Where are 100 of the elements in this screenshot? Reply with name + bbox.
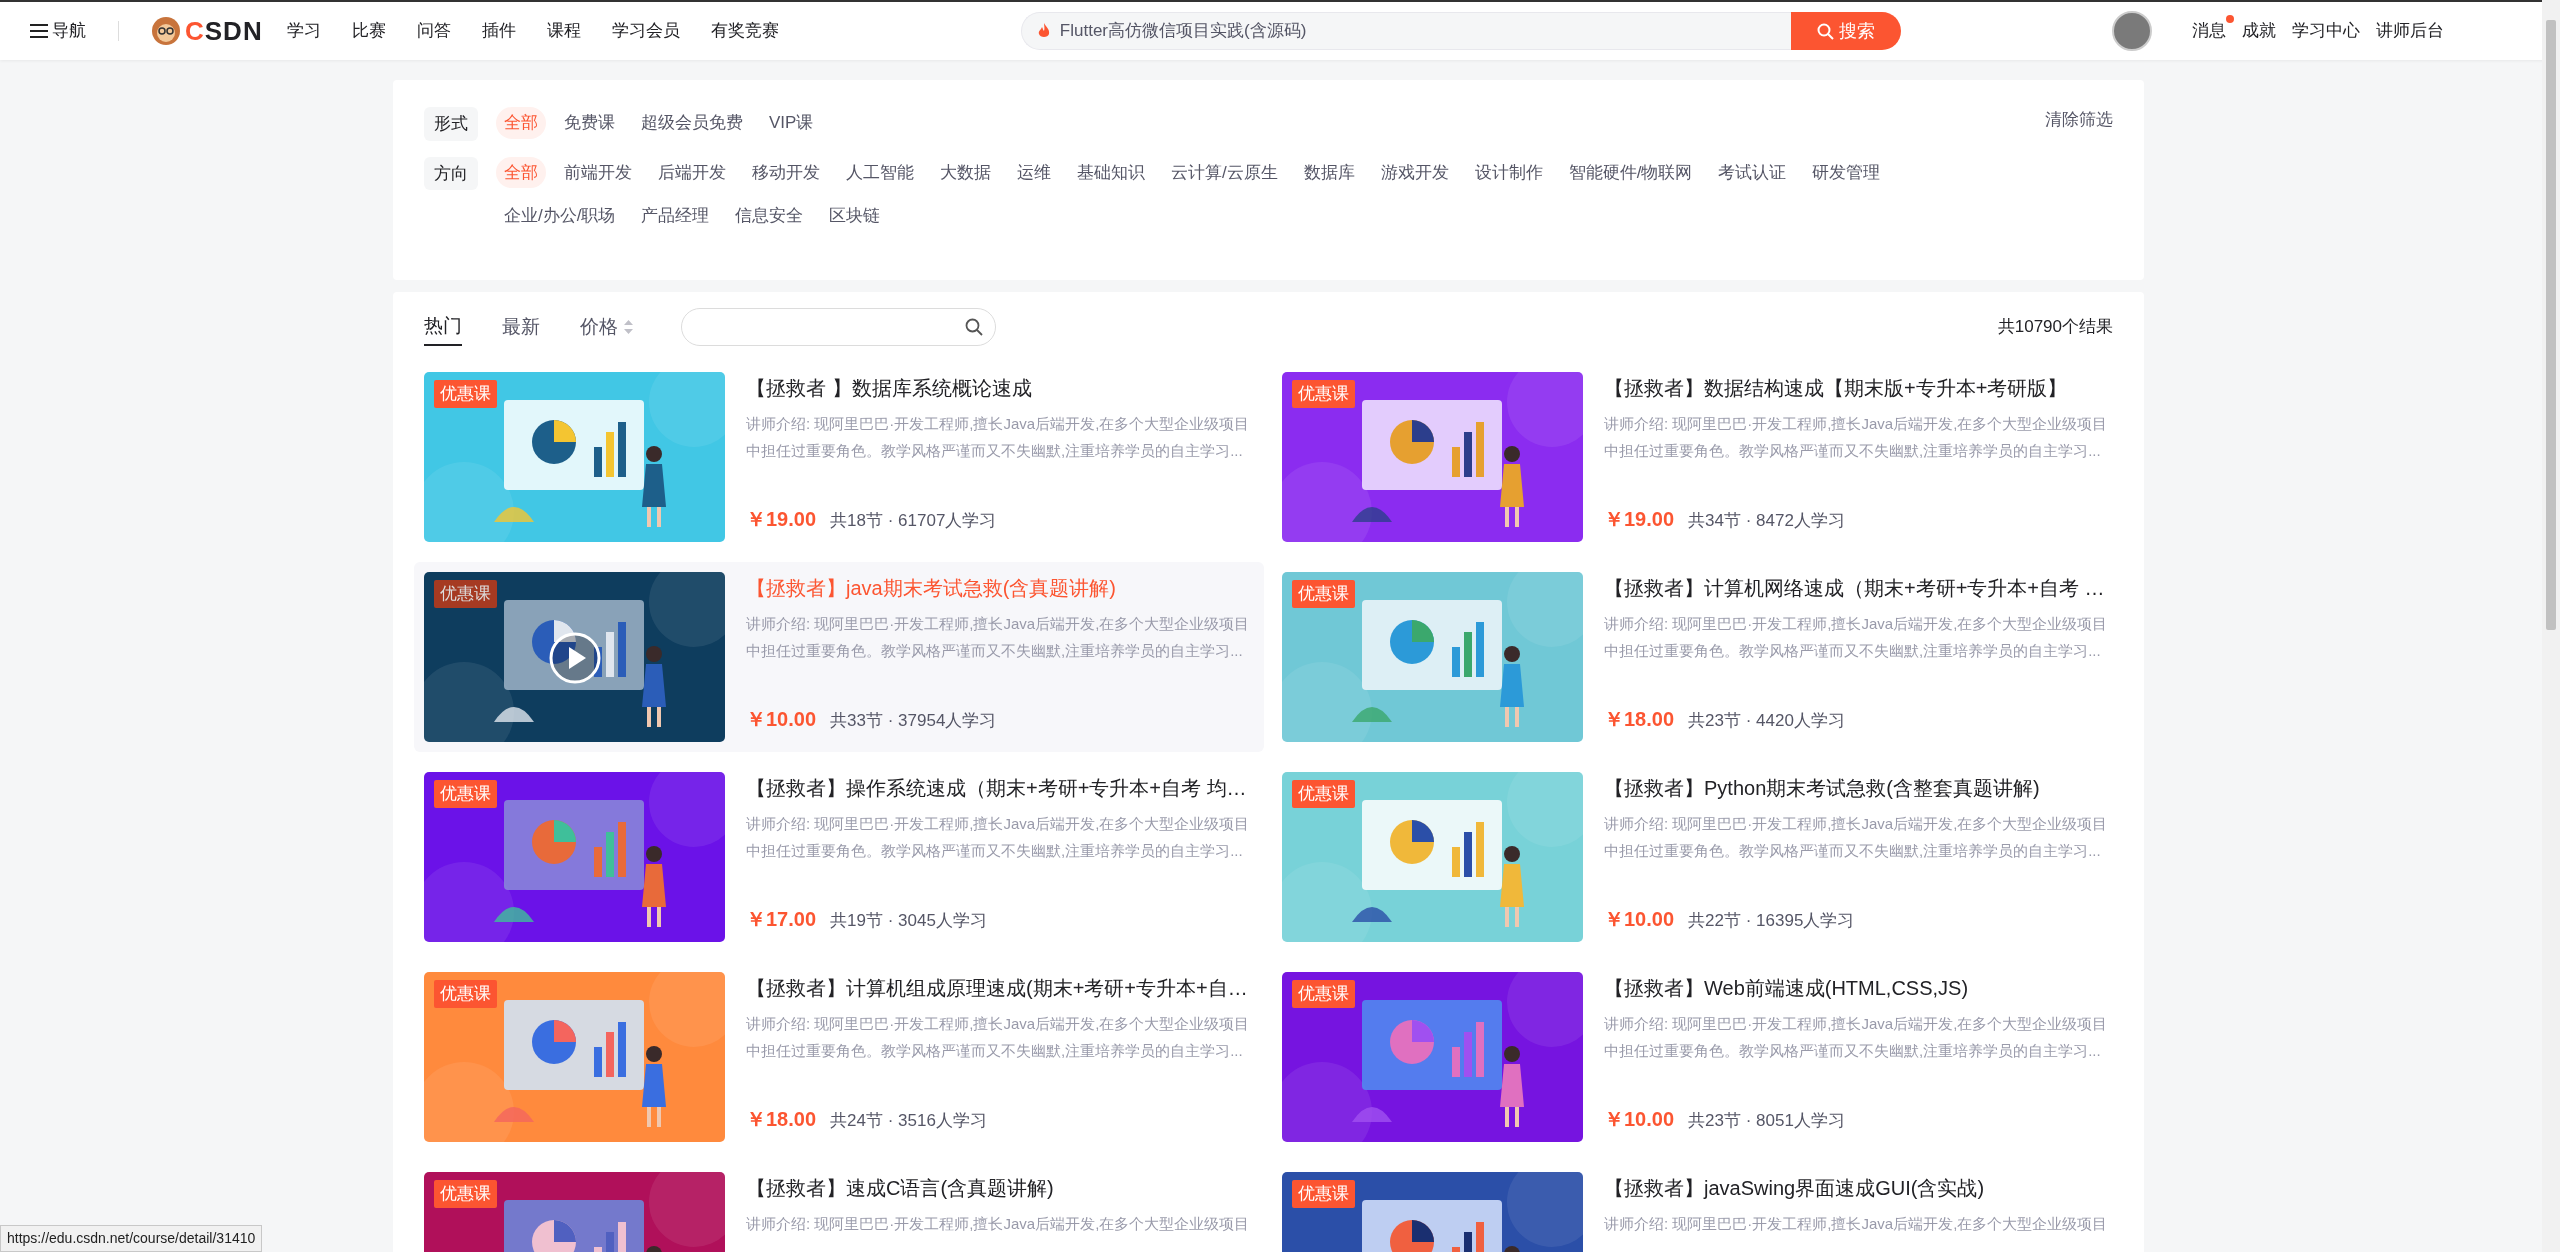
filter-option[interactable]: 后端开发 (650, 156, 734, 188)
course-title[interactable]: 【拯救者】计算机网络速成（期末+考研+专升本+自考 … (1604, 574, 2112, 602)
logo-text[interactable]: CSDN (185, 11, 263, 51)
discount-badge: 优惠课 (1292, 980, 1355, 1008)
result-count: 共10790个结果 (1997, 316, 2113, 339)
filter-option[interactable]: 移动开发 (744, 156, 828, 188)
course-description: 讲师介绍: 现阿里巴巴·开发工程师,擅长Java后端开发,在多个大型企业级项目中担任过重要角色。教学风格严谨而又不失幽默,注重培养学员的自主学习... (746, 1014, 1251, 1061)
filter-option[interactable]: 运维 (1009, 156, 1059, 188)
filter-option[interactable]: 人工智能 (838, 156, 922, 188)
filter-option[interactable]: 大数据 (932, 156, 999, 188)
course-card[interactable]: 优惠课 【拯救者】计算机网络速成（期末+考研+专升本+自考 … 讲师介绍: 现阿里巴巴·开发工程师,擅长Java后端开发,在多个大型企业级项目中担任过重要角色。教学风格严谨而又不失幽默,注重培养学员的自主学习... ￥18.00 共23节 · 4420人学习 (1272, 562, 2122, 752)
filter-option[interactable]: 超级会员免费 (633, 107, 751, 139)
course-description: 讲师介绍: 现阿里巴巴·开发工程师,擅长Java后端开发,在多个大型企业级项目中担任过重要角色。教学风格严谨而又不失幽默,注重培养学员的自主学习... (746, 614, 1251, 661)
menu-icon (30, 23, 48, 39)
course-price: ￥18.00 (746, 1107, 817, 1132)
status-bar-url: https://edu.csdn.net/course/detail/31410 (0, 1225, 263, 1252)
filter-option[interactable]: 免费课 (556, 107, 623, 139)
course-description: 讲师介绍: 现阿里巴巴·开发工程师,擅长Java后端开发,在多个大型企业级项目中担任过重要角色。教学风格严谨而又不失幽默,注重培养学员的自主学习... (1604, 1014, 2109, 1061)
nav-link[interactable]: 有奖竞赛 (710, 18, 779, 44)
course-description: 讲师介绍: 现阿里巴巴·开发工程师,擅长Java后端开发,在多个大型企业级项目中担任过重要角色。教学风格严谨而又不失幽默,注重培养学员的自主学习... (1604, 414, 2109, 461)
filter-option[interactable]: 智能硬件/物联网 (1560, 156, 1701, 188)
menu-button[interactable]: 导航 (30, 18, 86, 44)
course-price: ￥18.00 (1604, 707, 1675, 732)
sort-tab[interactable]: 热门 (424, 307, 462, 347)
avatar[interactable] (2112, 11, 2152, 51)
filter-option[interactable]: 前端开发 (556, 156, 640, 188)
monkey-logo-icon (151, 16, 181, 46)
nav-link[interactable]: 课程 (546, 18, 581, 44)
filter-option[interactable]: VIP课 (761, 107, 822, 139)
clear-filters-button[interactable]: 清除筛选 (2045, 107, 2113, 133)
course-card[interactable]: 优惠课 【拯救者】javaSwing界面速成GUI(含实战) 讲师介绍: 现阿里巴巴·开发工程师,擅长Java后端开发,在多个大型企业级项目 (1272, 1162, 2122, 1252)
filter-option[interactable]: 云计算/云原生 (1163, 156, 1286, 188)
course-stats: 共22节 · 16395人学习 (1688, 910, 1855, 932)
course-stats: 共34节 · 8472人学习 (1688, 510, 1845, 532)
course-card[interactable]: 优惠课 【拯救者】Python期末考试急救(含整套真题讲解) 讲师介绍: 现阿里巴巴·开发工程师,擅长Java后端开发,在多个大型企业级项目中担任过重要角色。教学风格严谨而又不失幽默,注重培养学员的自主学习... ￥10.00 共22节 · 16395人学习 (1272, 762, 2122, 952)
course-title[interactable]: 【拯救者】操作系统速成（期末+考研+专升本+自考 均… (746, 774, 1254, 802)
filter-label: 方向 (424, 156, 478, 190)
flame-icon (1036, 23, 1051, 39)
filter-option[interactable]: 企业/办公/职场 (496, 200, 624, 232)
filter-option[interactable]: 研发管理 (1804, 156, 1889, 188)
course-card[interactable]: 优惠课 【拯救者】数据结构速成【期末版+专升本+考研版】 讲师介绍: 现阿里巴巴·开发工程师,擅长Java后端开发,在多个大型企业级项目中担任过重要角色。教学风格严谨而又不失幽默,注重培养学员的自主学习... ￥19.00 共34节 · 8472人学习 (1272, 362, 2122, 552)
nav-link[interactable]: 比赛 (351, 18, 386, 44)
course-price: ￥19.00 (1604, 507, 1675, 532)
discount-badge: 优惠课 (1292, 580, 1355, 608)
search-field[interactable] (681, 308, 996, 346)
user-link[interactable]: 讲师后台 (2376, 21, 2444, 41)
course-title[interactable]: 【拯救者】Python期末考试急救(含整套真题讲解) (1604, 774, 2112, 802)
filter-option[interactable]: 产品经理 (633, 200, 718, 232)
nav-link[interactable]: 问答 (416, 18, 451, 44)
discount-badge: 优惠课 (434, 1180, 497, 1208)
nav-link[interactable]: 学习会员 (611, 18, 680, 44)
course-stats: 共18节 · 61707人学习 (830, 510, 997, 532)
course-card[interactable]: 优惠课 【拯救者】速成C语言(含真题讲解) 讲师介绍: 现阿里巴巴·开发工程师,擅长Java后端开发,在多个大型企业级项目 (414, 1162, 1264, 1252)
discount-badge: 优惠课 (1292, 780, 1355, 808)
course-description: 讲师介绍: 现阿里巴巴·开发工程师,擅长Java后端开发,在多个大型企业级项目中担任过重要角色。教学风格严谨而又不失幽默,注重培养学员的自主学习... (746, 814, 1251, 861)
discount-badge: 优惠课 (434, 580, 497, 608)
discount-badge: 优惠课 (1292, 380, 1355, 408)
user-link[interactable]: 学习中心 (2292, 21, 2360, 41)
search-field[interactable]: Flutter高仿微信项目实践(含源码) (1020, 12, 1791, 50)
filter-option[interactable]: 信息安全 (727, 200, 812, 232)
course-card[interactable]: 优惠课 【拯救者 】数据库系统概论速成 讲师介绍: 现阿里巴巴·开发工程师,擅长Java后端开发,在多个大型企业级项目中担任过重要角色。教学风格严谨而又不失幽默,注重培养学员的自主学习... ￥19.00 共18节 · 61707人学习 (414, 362, 1264, 552)
filter-option[interactable]: 游戏开发 (1372, 156, 1457, 188)
sort-icon (624, 320, 633, 334)
course-title[interactable]: 【拯救者】速成C语言(含真题讲解) (746, 1174, 1254, 1202)
course-description: 讲师介绍: 现阿里巴巴·开发工程师,擅长Java后端开发,在多个大型企业级项目中担任过重要角色。教学风格严谨而又不失幽默,注重培养学员的自主学习... (1604, 814, 2109, 861)
course-title[interactable]: 【拯救者】数据结构速成【期末版+专升本+考研版】 (1604, 374, 2112, 402)
course-stats: 共33节 · 37954人学习 (830, 710, 997, 732)
course-description: 讲师介绍: 现阿里巴巴·开发工程师,擅长Java后端开发,在多个大型企业级项目 (1604, 1214, 2109, 1234)
course-price: ￥10.00 (1604, 907, 1675, 932)
course-title[interactable]: 【拯救者】javaSwing界面速成GUI(含实战) (1604, 1174, 2112, 1202)
user-link[interactable]: 成就 (2242, 21, 2276, 41)
course-title[interactable]: 【拯救者 】数据库系统概论速成 (746, 374, 1254, 402)
discount-badge: 优惠课 (434, 380, 497, 408)
nav-link[interactable]: 插件 (481, 18, 516, 44)
search-icon (965, 318, 983, 336)
discount-badge: 优惠课 (434, 780, 497, 808)
sort-tab[interactable]: 价格 (580, 308, 633, 346)
course-card[interactable]: 优惠课 【拯救者】计算机组成原理速成(期末+考研+专升本+自… 讲师介绍: 现阿里巴巴·开发工程师,擅长Java后端开发,在多个大型企业级项目中担任过重要角色。教学风格严谨而又不失幽默,注重培养学员的自主学习... ￥18.00 共24节 · 3516人学习 (414, 962, 1264, 1152)
course-card[interactable]: 优惠课 【拯救者】Web前端速成(HTML,CSS,JS) 讲师介绍: 现阿里巴巴·开发工程师,擅长Java后端开发,在多个大型企业级项目中担任过重要角色。教学风格严谨而又不失幽默,注重培养学员的自主学习... ￥10.00 共23节 · 8051人学习 (1272, 962, 2122, 1152)
course-title[interactable]: 【拯救者】计算机组成原理速成(期末+考研+专升本+自… (746, 974, 1254, 1002)
scrollbar[interactable] (2542, 0, 2560, 1252)
course-card[interactable]: 优惠课 【拯救者】java期末考试急救(含真题讲解) 讲师介绍: 现阿里巴巴·开发工程师,擅长Java后端开发,在多个大型企业级项目中担任过重要角色。教学风格严谨而又不失幽默,注重培养学员的自主学习... ￥10.00 共33节 · 37954人学习 (414, 562, 1264, 752)
user-link[interactable]: 消息 (2192, 21, 2226, 41)
course-stats: 共23节 · 4420人学习 (1688, 710, 1845, 732)
filter-option[interactable]: 设计制作 (1466, 156, 1551, 188)
nav-link[interactable]: 学习 (286, 18, 321, 44)
course-stats: 共23节 · 8051人学习 (1688, 1110, 1845, 1132)
course-title[interactable]: 【拯救者】Web前端速成(HTML,CSS,JS) (1604, 974, 2112, 1002)
sort-tab[interactable]: 最新 (502, 308, 540, 346)
filter-option[interactable]: 数据库 (1295, 156, 1363, 188)
filter-option[interactable]: 区块链 (821, 200, 889, 232)
filter-option[interactable]: 基础知识 (1069, 156, 1153, 188)
discount-badge: 优惠课 (434, 980, 497, 1008)
course-card[interactable]: 优惠课 【拯救者】操作系统速成（期末+考研+专升本+自考 均… 讲师介绍: 现阿里巴巴·开发工程师,擅长Java后端开发,在多个大型企业级项目中担任过重要角色。教学风格严谨而又不失幽默,注重培养学员的自主学习... ￥17.00 共19节 · 3045人学习 (414, 762, 1264, 952)
course-price: ￥10.00 (746, 707, 817, 732)
course-description: 讲师介绍: 现阿里巴巴·开发工程师,擅长Java后端开发,在多个大型企业级项目 (746, 1214, 1251, 1234)
course-description: 讲师介绍: 现阿里巴巴·开发工程师,擅长Java后端开发,在多个大型企业级项目中担任过重要角色。教学风格严谨而又不失幽默,注重培养学员的自主学习... (746, 414, 1251, 461)
filter-option[interactable]: 考试认证 (1710, 156, 1795, 188)
filter-label: 形式 (424, 107, 478, 141)
course-price: ￥10.00 (1604, 1107, 1675, 1132)
